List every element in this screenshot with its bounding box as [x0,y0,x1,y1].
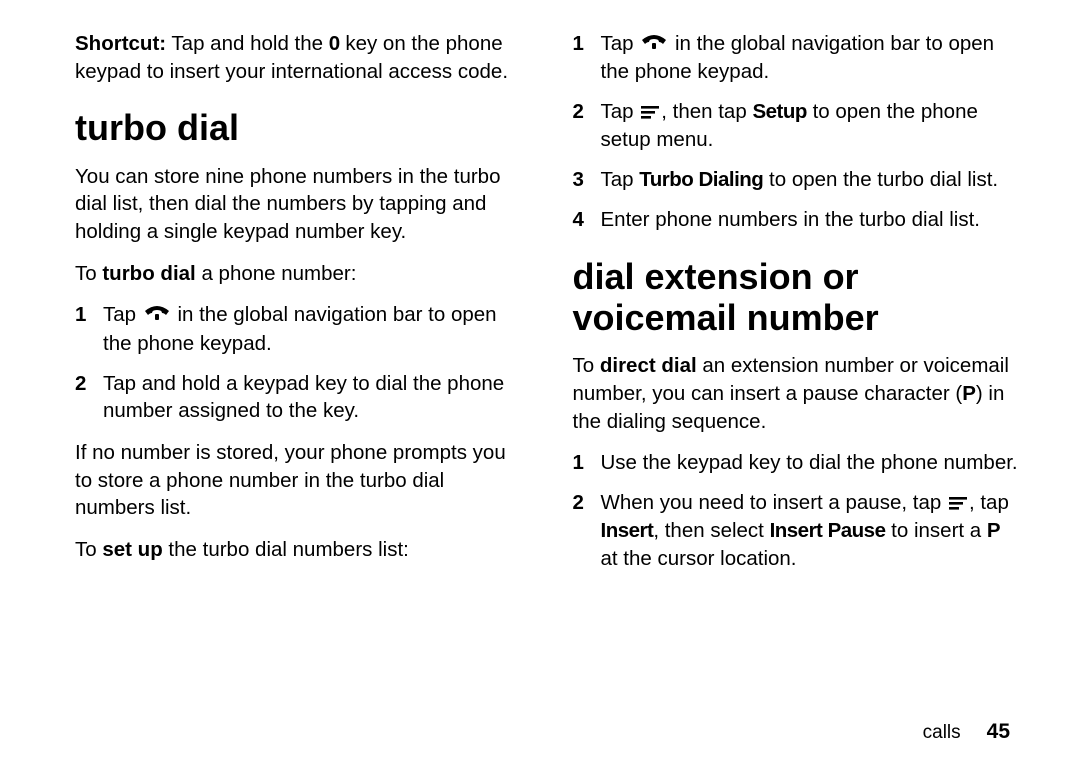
insert-pause-label: Insert Pause [770,519,886,542]
heading-turbo-dial: turbo dial [75,107,523,148]
list-item: 2 When you need to insert a pause, tap ,… [573,489,1021,573]
list-item: 3 Tap Turbo Dialing to open the turbo di… [573,166,1021,194]
manual-page: Shortcut: Tap and hold the 0 key on the … [0,0,1080,766]
shortcut-label: Shortcut: [75,32,166,55]
list-item: 1 Use the keypad key to dial the phone n… [573,449,1021,477]
list-item: 4 Enter phone numbers in the turbo dial … [573,206,1021,234]
to-turbo-dial: To turbo dial a phone number: [75,260,523,288]
page-number: 45 [987,720,1010,743]
menu-icon [949,490,967,518]
no-number-paragraph: If no number is stored, your phone promp… [75,439,523,522]
list-item: 2 Tap and hold a keypad key to dial the … [75,370,523,425]
setup-steps: 1 Tap in the global navigation bar to op… [573,30,1021,234]
section-label: calls [923,722,961,743]
phone-icon [641,31,667,59]
direct-dial-steps: 1 Use the keypad key to dial the phone n… [573,449,1021,572]
turbo-dialing-label: Turbo Dialing [639,168,763,191]
insert-label: Insert [601,519,654,542]
phone-icon [144,302,170,330]
list-item: 1 Tap in the global navigation bar to op… [75,301,523,357]
to-setup-list: To set up the turbo dial numbers list: [75,536,523,564]
shortcut-paragraph: Shortcut: Tap and hold the 0 key on the … [75,30,523,85]
right-column: 1 Tap in the global navigation bar to op… [573,30,1021,746]
heading-dial-extension: dial extension or voicemail number [573,256,1021,339]
turbo-dial-steps: 1 Tap in the global navigation bar to op… [75,301,523,424]
zero-key: 0 [329,32,340,55]
turbo-intro: You can store nine phone numbers in the … [75,163,523,246]
list-item: 1 Tap in the global navigation bar to op… [573,30,1021,86]
page-footer: calls 45 [923,720,1010,744]
setup-label: Setup [752,100,806,123]
direct-dial-paragraph: To direct dial an extension number or vo… [573,352,1021,435]
list-item: 2 Tap , then tap Setup to open the phone… [573,98,1021,154]
left-column: Shortcut: Tap and hold the 0 key on the … [75,30,523,746]
menu-icon [641,99,659,127]
